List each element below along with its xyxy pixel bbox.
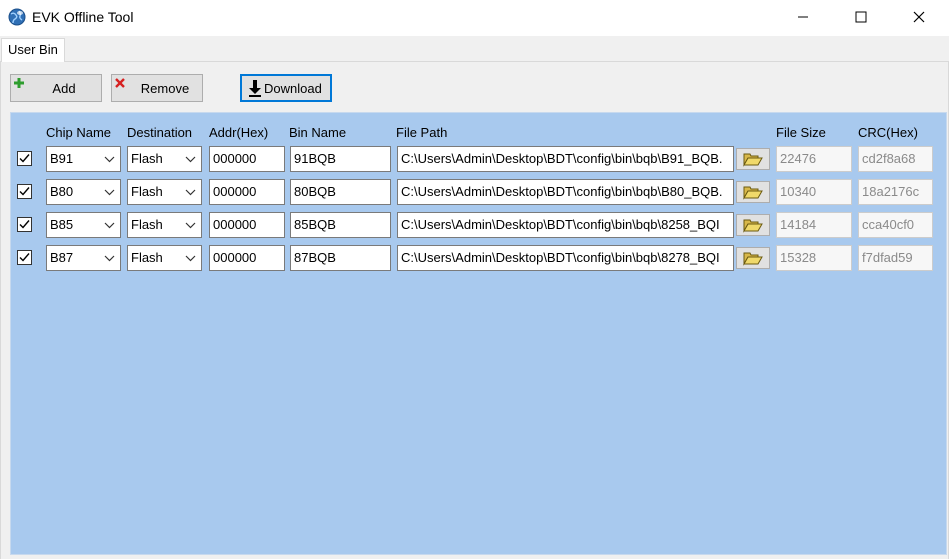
- destination-value: Flash: [131, 151, 163, 166]
- folder-open-icon: [743, 219, 763, 233]
- checkmark-icon: [19, 220, 30, 229]
- chip-name-value: B87: [50, 250, 74, 265]
- plus-icon: [14, 78, 24, 88]
- destination-value: Flash: [131, 250, 163, 265]
- file-size-field: 15328: [776, 245, 852, 271]
- close-button[interactable]: [896, 0, 942, 34]
- file-size-field: 22476: [776, 146, 852, 172]
- delete-icon: [115, 78, 125, 88]
- destination-value: Flash: [131, 217, 163, 232]
- file-path-input[interactable]: C:\Users\Admin\Desktop\BDT\config\bin\bq…: [397, 245, 734, 271]
- chip-name-select[interactable]: B87: [46, 245, 121, 271]
- chevron-down-icon: [104, 222, 115, 229]
- destination-value: Flash: [131, 184, 163, 199]
- minimize-button[interactable]: [780, 0, 826, 34]
- row-checkbox[interactable]: [17, 217, 32, 232]
- file-path-input[interactable]: C:\Users\Admin\Desktop\BDT\config\bin\bq…: [397, 146, 734, 172]
- file-size-field: 10340: [776, 179, 852, 205]
- destination-select[interactable]: Flash: [127, 245, 202, 271]
- folder-open-icon: [743, 153, 763, 167]
- addr-input[interactable]: 000000: [209, 245, 285, 271]
- browse-button[interactable]: [736, 247, 770, 269]
- checkmark-icon: [19, 187, 30, 196]
- table-row: B87 Flash 000000 87BQB C:\Users\Admin\De…: [11, 245, 946, 271]
- table-row: B91 Flash 000000 91BQB C:\Users\Admin\De…: [11, 146, 946, 172]
- browse-button[interactable]: [736, 181, 770, 203]
- bin-name-input[interactable]: 85BQB: [290, 212, 391, 238]
- header-chip-name: Chip Name: [46, 125, 112, 140]
- add-button-label: Add: [52, 80, 76, 96]
- addr-input[interactable]: 000000: [209, 179, 285, 205]
- header-file-path: File Path: [396, 125, 448, 140]
- title-bar: EVK Offline Tool: [0, 0, 949, 36]
- header-file-size: File Size: [776, 125, 826, 140]
- chevron-down-icon: [104, 255, 115, 262]
- checkmark-icon: [19, 253, 30, 262]
- checkmark-icon: [19, 154, 30, 163]
- row-checkbox[interactable]: [17, 184, 32, 199]
- tab-user-bin[interactable]: User Bin: [1, 38, 65, 63]
- browse-button[interactable]: [736, 214, 770, 236]
- table-row: B80 Flash 000000 80BQB C:\Users\Admin\De…: [11, 179, 946, 205]
- folder-open-icon: [743, 252, 763, 266]
- crc-field: cca40cf0: [858, 212, 933, 238]
- bin-name-input[interactable]: 91BQB: [290, 146, 391, 172]
- header-crc: CRC(Hex): [858, 125, 918, 140]
- row-checkbox[interactable]: [17, 151, 32, 166]
- destination-select[interactable]: Flash: [127, 146, 202, 172]
- bin-list-panel: Chip Name Destination Addr(Hex) Bin Name…: [10, 112, 947, 555]
- addr-input[interactable]: 000000: [209, 146, 285, 172]
- file-size-field: 14184: [776, 212, 852, 238]
- chip-name-select[interactable]: B80: [46, 179, 121, 205]
- destination-select[interactable]: Flash: [127, 212, 202, 238]
- destination-select[interactable]: Flash: [127, 179, 202, 205]
- header-bin-name: Bin Name: [289, 125, 347, 140]
- download-button[interactable]: Download: [240, 74, 332, 102]
- close-icon: [913, 11, 925, 23]
- folder-open-icon: [743, 186, 763, 200]
- crc-field: 18a2176c: [858, 179, 933, 205]
- crc-field: cd2f8a68: [858, 146, 933, 172]
- globe-icon: [8, 8, 26, 26]
- chevron-down-icon: [185, 255, 196, 262]
- maximize-button[interactable]: [838, 0, 884, 34]
- header-destination: Destination: [127, 125, 193, 140]
- tab-content: Add Remove Download Chip Name Destinatio…: [0, 62, 949, 559]
- chevron-down-icon: [104, 189, 115, 196]
- chip-name-value: B80: [50, 184, 74, 199]
- table-row: B85 Flash 000000 85BQB C:\Users\Admin\De…: [11, 212, 946, 238]
- crc-field: f7dfad59: [858, 245, 933, 271]
- chevron-down-icon: [185, 222, 196, 229]
- file-path-input[interactable]: C:\Users\Admin\Desktop\BDT\config\bin\bq…: [397, 212, 734, 238]
- chevron-down-icon: [104, 156, 115, 163]
- remove-button-label: Remove: [140, 80, 190, 96]
- chip-name-select[interactable]: B85: [46, 212, 121, 238]
- chevron-down-icon: [185, 189, 196, 196]
- chip-name-select[interactable]: B91: [46, 146, 121, 172]
- row-checkbox[interactable]: [17, 250, 32, 265]
- remove-button[interactable]: Remove: [111, 74, 203, 102]
- addr-input[interactable]: 000000: [209, 212, 285, 238]
- browse-button[interactable]: [736, 148, 770, 170]
- chip-name-value: B85: [50, 217, 74, 232]
- add-button[interactable]: Add: [10, 74, 102, 102]
- chevron-down-icon: [185, 156, 196, 163]
- maximize-icon: [855, 11, 867, 23]
- chip-name-value: B91: [50, 151, 74, 166]
- header-addr: Addr(Hex): [209, 125, 269, 140]
- tab-bar: User Bin: [0, 36, 949, 63]
- download-arrow-icon: [249, 80, 261, 97]
- window-title: EVK Offline Tool: [32, 9, 134, 25]
- file-path-input[interactable]: C:\Users\Admin\Desktop\BDT\config\bin\bq…: [397, 179, 734, 205]
- bin-name-input[interactable]: 87BQB: [290, 245, 391, 271]
- minimize-icon: [798, 16, 808, 18]
- bin-name-input[interactable]: 80BQB: [290, 179, 391, 205]
